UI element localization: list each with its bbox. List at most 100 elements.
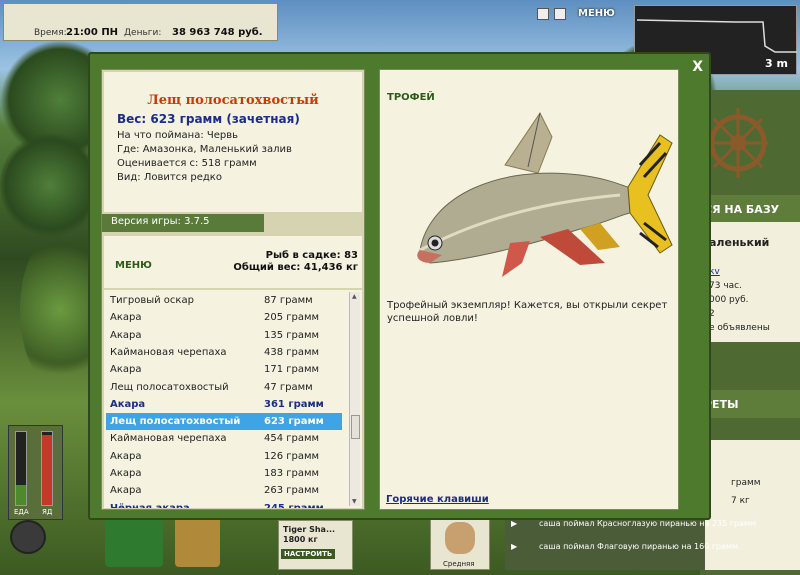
- fish-icon: ▶: [511, 519, 518, 528]
- catch-list-scrollbar[interactable]: ▲ ▼: [349, 292, 360, 506]
- catch-fish-name: Акара: [110, 468, 142, 479]
- catch-fish-weight: 623 грамм: [264, 416, 324, 428]
- location-link[interactable]: кv: [705, 251, 800, 279]
- speed-icon[interactable]: [554, 8, 566, 20]
- catch-fish-name: Каймановая черепаха: [110, 433, 227, 445]
- fish-weight: Вес: 623 грамм (зачетная): [117, 112, 300, 126]
- total-weight: Общий вес: 41,436 кг: [233, 262, 358, 273]
- catch-fish-name: Лещ полосатохвостый: [110, 416, 241, 428]
- catch-fish-weight: 438 грамм: [264, 346, 320, 358]
- tackle-slot[interactable]: Tiger Sha... 1800 кг НАСТРОИТЬ: [278, 520, 353, 570]
- lure-icon: [445, 522, 475, 554]
- secrets-banner[interactable]: РЕТЫ: [700, 390, 800, 418]
- fish-image: [417, 112, 673, 277]
- catch-list-row[interactable]: Каймановая черепаха 454 грамм: [106, 430, 342, 447]
- catch-fish-weight: 47 грамм: [264, 381, 313, 393]
- catch-panel: Лещ полосатохвостый Вес: 623 грамм (заче…: [101, 69, 365, 510]
- catch-list-row[interactable]: Акара 126 грамм: [106, 448, 342, 465]
- catch-list-row[interactable]: Лещ полосатохвостый 47 грамм: [106, 379, 342, 396]
- tackle-name: Tiger Sha...: [283, 525, 336, 534]
- catch-fish-weight: 454 грамм: [264, 433, 320, 445]
- go-to-base-banner[interactable]: СЯ НА БАЗУ: [700, 195, 800, 223]
- poison-label: ЯД: [42, 508, 53, 516]
- fish-icon: ▶: [511, 542, 518, 551]
- game-version: Версия игры: 3.7.5: [102, 214, 264, 232]
- news-line: грамм: [731, 478, 761, 488]
- money-label: Деньги:: [124, 28, 162, 38]
- catch-list-row[interactable]: Чёрная акара 245 грамм: [106, 500, 342, 508]
- time-label: Время:: [34, 28, 67, 38]
- trophy-panel: ТРОФЕЙ Трофейный экземпляр! Кажется, вы …: [379, 69, 679, 510]
- catch-summary: МЕНЮ Рыб в садке: 83 Общий вес: 41,436 к…: [104, 236, 362, 288]
- trophy-text: Трофейный экземпляр! Кажется, вы открыли…: [387, 300, 668, 324]
- scroll-up-icon[interactable]: ▲: [352, 293, 357, 300]
- bait-line: На что поймана: Червь: [117, 130, 239, 141]
- fish-info: Лещ полосатохвостый Вес: 623 грамм (заче…: [104, 72, 362, 212]
- lure-slot[interactable]: Средняя: [430, 515, 490, 570]
- needs-meters: ЕДА ЯД: [8, 425, 63, 520]
- catch-list-row[interactable]: Тигровый оскар 87 грамм: [106, 292, 342, 309]
- cauldron-icon[interactable]: [10, 520, 46, 554]
- kind-line: Вид: Ловится редко: [117, 172, 222, 183]
- palm-tree: [0, 130, 100, 240]
- location-info-panel: аленький кv 73 час. 000 руб. 2 е объявле…: [705, 222, 800, 342]
- catch-fish-weight: 87 грамм: [264, 295, 313, 306]
- catch-fish-name: Каймановая черепаха: [110, 346, 227, 358]
- location-line: 2: [709, 309, 715, 319]
- pause-icon[interactable]: [537, 8, 549, 20]
- catch-fish-name: Тигровый оскар: [110, 295, 194, 306]
- catch-list-row[interactable]: Акара 361 грамм: [106, 396, 342, 413]
- catch-list: ▲ ▼ Тигровый оскар 87 грамм Акара 205 грамм…: [104, 290, 362, 508]
- catch-fish-name: Акара: [110, 485, 142, 497]
- fish-name: Лещ полосатохвостый: [147, 93, 319, 108]
- location-line: Где: Амазонка, Маленький залив: [117, 144, 292, 155]
- catch-fish-name: Акара: [110, 364, 142, 376]
- catch-fish-name: Акара: [110, 398, 146, 410]
- value-line: Оценивается с: 518 грамм: [117, 158, 257, 169]
- catch-fish-name: Акара: [110, 450, 142, 462]
- catch-fish-weight: 126 грамм: [264, 450, 320, 462]
- catch-fish-name: Акара: [110, 312, 142, 324]
- fish-count: Рыб в садке: 83: [265, 250, 358, 261]
- keepnet-stats: Рыб в садке: 83 Общий вес: 41,436 кг: [233, 250, 358, 274]
- location-name: аленький: [709, 236, 770, 249]
- location-line: 73 час.: [709, 281, 742, 291]
- catch-fish-weight: 205 грамм: [264, 312, 320, 324]
- food-label: ЕДА: [14, 508, 29, 516]
- catch-list-row[interactable]: Акара 171 грамм: [106, 361, 342, 378]
- catch-fish-weight: 135 грамм: [264, 329, 320, 341]
- close-icon[interactable]: X: [692, 59, 703, 75]
- news-line: 7 кг: [731, 496, 750, 506]
- catch-fish-weight: 183 грамм: [264, 468, 320, 479]
- money-value: 38 963 748 руб.: [172, 27, 263, 38]
- catch-fish-name: Чёрная акара: [110, 500, 190, 508]
- catch-list-row[interactable]: Акара 263 грамм: [106, 482, 342, 499]
- scroll-down-icon[interactable]: ▼: [352, 498, 357, 505]
- catch-list-row[interactable]: Лещ полосатохвостый 623 грамм: [106, 413, 342, 431]
- hud-menu-button[interactable]: МЕНЮ: [578, 8, 615, 22]
- catch-list-row[interactable]: Каймановая черепаха 438 грамм: [106, 344, 342, 361]
- catch-dialog: X Лещ полосатохвостый Вес: 623 грамм (за…: [88, 52, 711, 520]
- catch-list-row[interactable]: Акара 205 грамм: [106, 309, 342, 326]
- hud-status-bar: Время: 21:00 ПН Деньги: 38 963 748 руб.: [3, 3, 278, 41]
- catch-list-row[interactable]: Акара 135 грамм: [106, 327, 342, 344]
- catch-fish-weight: 171 грамм: [264, 364, 320, 376]
- ship-wheel-icon: [708, 108, 768, 178]
- food-meter: [15, 431, 27, 506]
- tackle-weight: 1800 кг: [283, 535, 318, 544]
- tackle-setup-button[interactable]: НАСТРОИТЬ: [281, 549, 336, 559]
- poison-meter: [41, 431, 53, 506]
- catch-fish-weight: 263 грамм: [264, 485, 320, 497]
- catch-fish-name: Акара: [110, 329, 142, 341]
- catch-list-row[interactable]: Акара 183 грамм: [106, 465, 342, 482]
- bucket-icon[interactable]: [175, 515, 220, 567]
- catch-fish-name: Лещ полосатохвостый: [110, 381, 229, 393]
- scroll-thumb[interactable]: [351, 415, 360, 439]
- location-line: е объявлены: [709, 323, 770, 333]
- menu-button[interactable]: МЕНЮ: [115, 260, 152, 271]
- lure-label: Средняя: [443, 560, 475, 568]
- basket-icon[interactable]: [105, 515, 163, 567]
- feed-item: саша поймал Красноглазую пиранью на 235 …: [539, 519, 757, 528]
- catch-fish-weight: 245 грамм: [264, 500, 324, 508]
- hotkeys-link[interactable]: Горячие клавиши: [386, 494, 489, 505]
